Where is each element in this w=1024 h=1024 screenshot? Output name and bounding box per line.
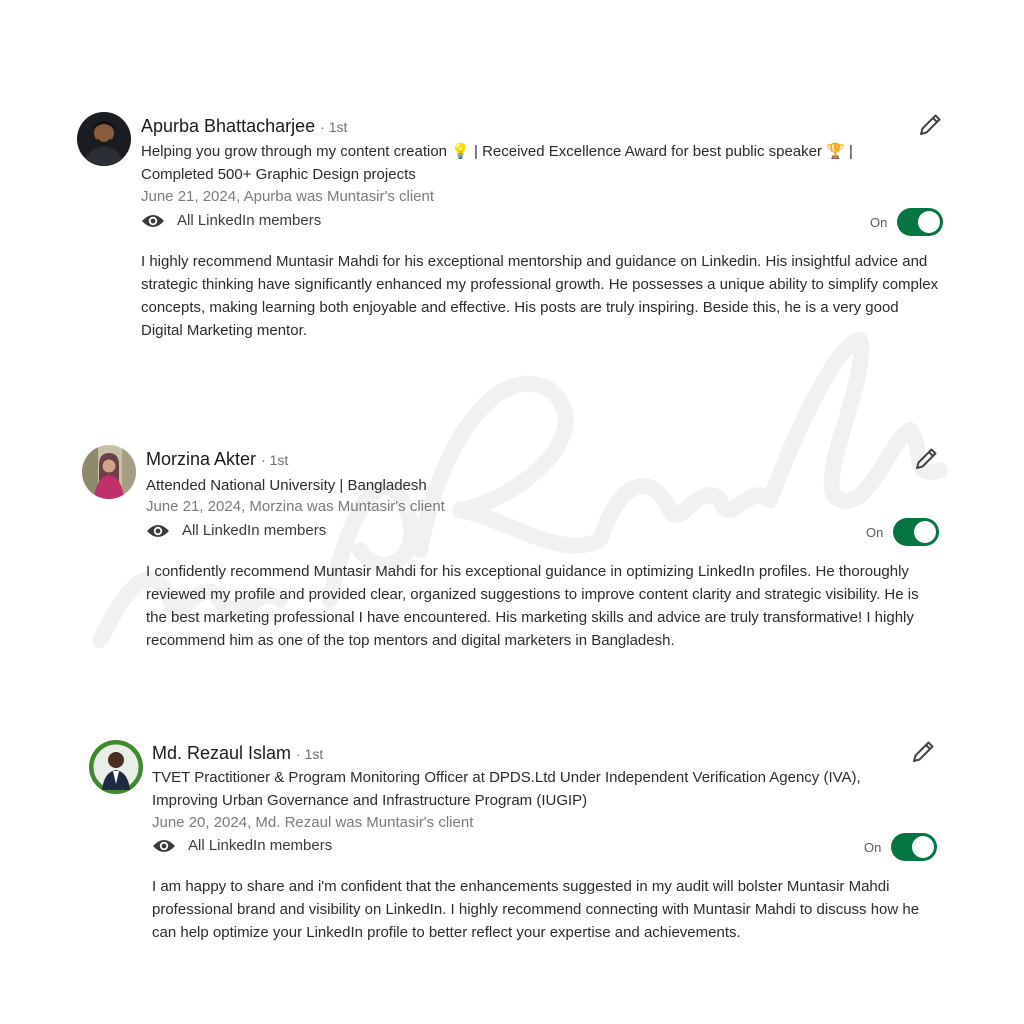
show-toggle-group[interactable]: On bbox=[870, 208, 944, 236]
visibility-label: All LinkedIn members bbox=[177, 212, 322, 229]
eye-icon bbox=[147, 524, 169, 537]
toggle-label: On bbox=[864, 839, 882, 855]
recommendation-text: I confidently recommend Muntasir Mahdi f… bbox=[146, 563, 919, 649]
toggle-label: On bbox=[870, 214, 888, 230]
recommender-name[interactable]: Md. Rezaul Islam bbox=[152, 743, 291, 763]
visibility-label: All LinkedIn members bbox=[188, 837, 333, 854]
visibility-label: All LinkedIn members bbox=[182, 522, 327, 539]
name-line: Apurba Bhattacharjee · 1st bbox=[141, 116, 347, 137]
show-recommendation-toggle[interactable] bbox=[897, 208, 944, 236]
relationship-meta: June 21, 2024, Apurba was Muntasir's cli… bbox=[141, 188, 435, 205]
name-line: Md. Rezaul Islam · 1st bbox=[152, 743, 323, 764]
pencil-icon[interactable] bbox=[917, 112, 943, 138]
avatar-image bbox=[89, 740, 143, 794]
pencil-icon[interactable] bbox=[910, 739, 936, 765]
relationship-meta: June 21, 2024, Morzina was Muntasir's cl… bbox=[146, 498, 445, 515]
show-toggle-group[interactable]: On bbox=[864, 833, 938, 861]
avatar[interactable] bbox=[82, 445, 136, 499]
recommender-name[interactable]: Apurba Bhattacharjee bbox=[141, 116, 315, 136]
recommender-name[interactable]: Morzina Akter bbox=[146, 449, 256, 469]
recommendation-card: Md. Rezaul Islam · 1st TVET Practitioner… bbox=[0, 730, 1024, 970]
avatar-image bbox=[77, 112, 131, 166]
recommender-headline: TVET Practitioner & Program Monitoring O… bbox=[152, 769, 861, 809]
eye-icon bbox=[142, 214, 164, 227]
avatar-image bbox=[82, 445, 136, 499]
recommendation-text: I am happy to share and i'm confident th… bbox=[152, 878, 920, 941]
connection-degree: · 1st bbox=[261, 452, 289, 468]
recommendation-card: Morzina Akter · 1st Attended National Un… bbox=[0, 435, 1024, 675]
visibility-setting[interactable]: All LinkedIn members bbox=[146, 522, 326, 539]
recommendation-text: I highly recommend Muntasir Mahdi for hi… bbox=[141, 253, 939, 339]
show-toggle-group[interactable]: On bbox=[866, 518, 940, 546]
toggle-knob bbox=[912, 836, 935, 858]
recommender-headline: Attended National University | Banglades… bbox=[146, 477, 427, 494]
avatar[interactable] bbox=[89, 740, 143, 794]
eye-icon bbox=[153, 839, 175, 852]
relationship-meta: June 20, 2024, Md. Rezaul was Muntasir's… bbox=[152, 814, 474, 831]
avatar[interactable] bbox=[77, 112, 131, 166]
recommendation-card: Apurba Bhattacharjee · 1st Helping you g… bbox=[0, 100, 1024, 340]
recommender-headline: Helping you grow through my content crea… bbox=[141, 143, 853, 183]
visibility-setting[interactable]: All LinkedIn members bbox=[141, 212, 321, 229]
toggle-knob bbox=[918, 211, 941, 233]
toggle-label: On bbox=[866, 524, 884, 540]
show-recommendation-toggle[interactable] bbox=[891, 833, 938, 861]
visibility-setting[interactable]: All LinkedIn members bbox=[152, 837, 332, 854]
name-line: Morzina Akter · 1st bbox=[146, 449, 288, 470]
connection-degree: · 1st bbox=[296, 746, 324, 762]
pencil-icon[interactable] bbox=[913, 446, 939, 472]
connection-degree: · 1st bbox=[320, 119, 348, 135]
toggle-knob bbox=[914, 521, 937, 543]
show-recommendation-toggle[interactable] bbox=[893, 518, 940, 546]
